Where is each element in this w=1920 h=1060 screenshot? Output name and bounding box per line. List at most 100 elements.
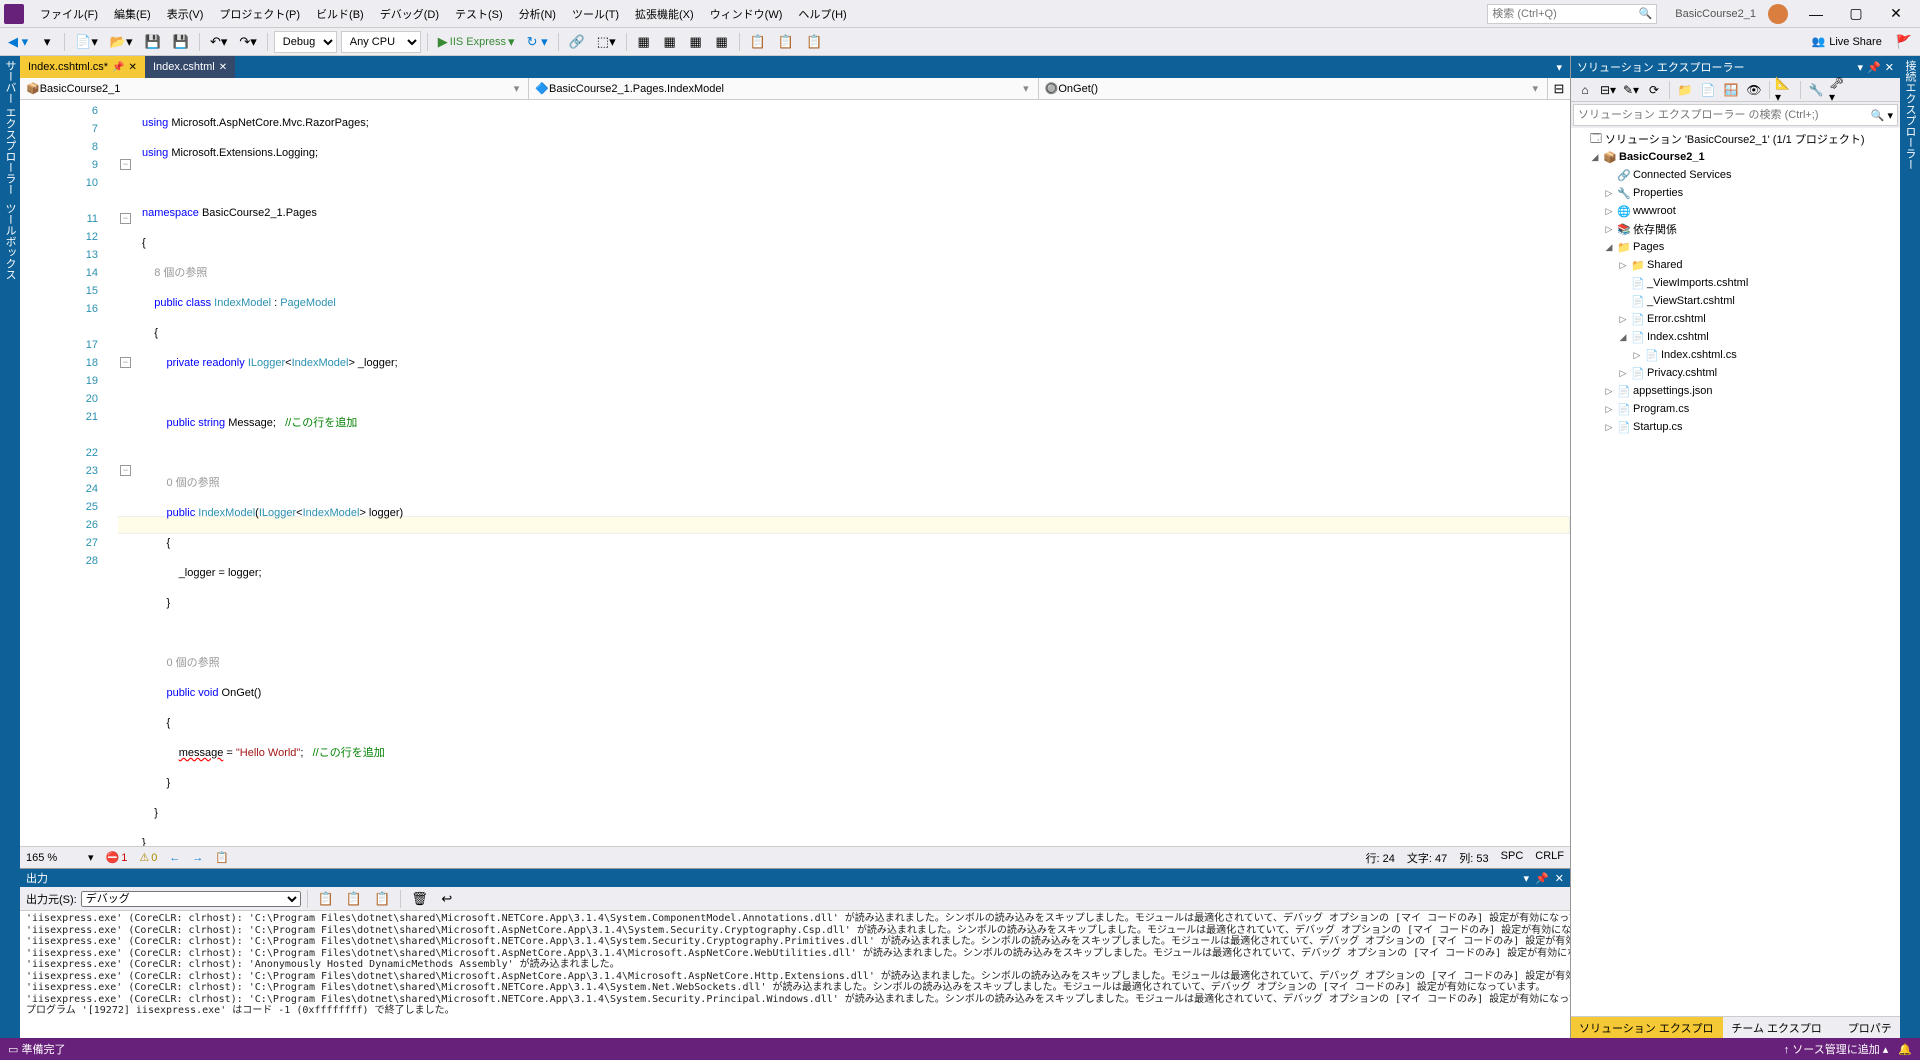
output-text[interactable]: 'iisexpress.exe' (CoreCLR: clrhost): 'C:… — [20, 911, 1570, 1038]
tree-twisty-icon[interactable]: ▷ — [1603, 206, 1615, 217]
tree-twisty-icon[interactable]: ▷ — [1603, 224, 1615, 235]
nav-back-button[interactable]: ◀ ▾ — [4, 31, 32, 53]
menu-item[interactable]: 分析(N) — [511, 2, 564, 26]
preview-button[interactable]: 👁 — [1744, 80, 1764, 100]
code-editor[interactable]: 💡 67891011121314151617181920212223242526… — [20, 100, 1570, 846]
wrench-button[interactable]: 🔧 — [1806, 80, 1826, 100]
tree-item[interactable]: ▷📄Startup.cs — [1571, 418, 1900, 436]
search-input[interactable] — [1492, 8, 1638, 20]
tree-item[interactable]: ▷📄appsettings.json — [1571, 382, 1900, 400]
tree-twisty-icon[interactable]: ▷ — [1603, 422, 1615, 433]
tree-item[interactable]: ◢📁Pages — [1571, 238, 1900, 256]
panel-dropdown-icon[interactable]: ▾ — [1524, 872, 1530, 885]
tree-twisty-icon[interactable]: ▷ — [1603, 404, 1615, 415]
tree-twisty-icon[interactable]: ▷ — [1603, 386, 1615, 397]
solution-search-box[interactable]: 🔍 ▾ — [1573, 104, 1898, 126]
menu-item[interactable]: ヘルプ(H) — [790, 2, 854, 26]
toolbox-tab[interactable]: ツールボックス — [2, 203, 18, 280]
nav-fwd-button[interactable]: ▾ — [36, 31, 58, 53]
panel-close-icon[interactable]: ✕ — [1555, 872, 1564, 885]
menu-item[interactable]: ファイル(F) — [32, 2, 106, 26]
nav-list-button[interactable]: 📋 — [215, 851, 229, 864]
tb-icon-7[interactable]: 📋 — [802, 31, 826, 53]
tree-item[interactable]: ▷📄Privacy.cshtml — [1571, 364, 1900, 382]
tree-twisty-icon[interactable]: ▷ — [1617, 368, 1629, 379]
tree-twisty-icon[interactable]: ▷ — [1617, 314, 1629, 325]
menu-item[interactable]: 表示(V) — [159, 2, 212, 26]
nav-class-select[interactable]: 🔷 BasicCourse2_1.Pages.IndexModel▾ — [529, 78, 1038, 99]
tree-item[interactable]: ▷📄Error.cshtml — [1571, 310, 1900, 328]
user-avatar[interactable] — [1768, 4, 1788, 24]
wrench2-button[interactable]: 🗝▾ — [1829, 80, 1849, 100]
tree-item[interactable]: ▷📄Index.cshtml.cs — [1571, 346, 1900, 364]
menu-item[interactable]: 編集(E) — [106, 2, 159, 26]
tree-item[interactable]: 🗔ソリューション 'BasicCourse2_1' (1/1 プロジェクト) — [1571, 130, 1900, 148]
tree-item[interactable]: ▷📁Shared — [1571, 256, 1900, 274]
out-wrap-button[interactable]: ↩ — [436, 888, 458, 910]
out-clear-button[interactable]: 🗑 — [407, 888, 432, 910]
tab-close-icon[interactable]: ✕ — [219, 62, 227, 73]
tb-icon-4[interactable]: ▦ — [711, 31, 733, 53]
menu-item[interactable]: テスト(S) — [447, 2, 511, 26]
maximize-button[interactable]: ▢ — [1836, 0, 1876, 28]
split-button[interactable]: ⊟ — [1548, 78, 1570, 100]
feedback-button[interactable]: 🚩 — [1892, 31, 1916, 53]
out-btn-2[interactable]: 📋 — [342, 888, 366, 910]
tree-item[interactable]: ◢📄Index.cshtml — [1571, 328, 1900, 346]
output-source-select[interactable]: デバッグ — [81, 891, 301, 907]
panel-tab[interactable]: プロパティ — [1840, 1017, 1900, 1038]
nav-member-select[interactable]: 🔘 OnGet()▾ — [1039, 78, 1548, 99]
menu-item[interactable]: ウィンドウ(W) — [702, 2, 791, 26]
new-project-button[interactable]: 📄▾ — [71, 31, 102, 53]
save-button[interactable]: 💾 — [141, 31, 165, 53]
document-tab[interactable]: Index.cshtml.cs* 📌 ✕ — [20, 56, 145, 78]
zoom-select[interactable]: 165 % — [26, 852, 76, 864]
tree-item[interactable]: ▷📚依存関係 — [1571, 220, 1900, 238]
sync-button[interactable]: ⟳ — [1644, 80, 1664, 100]
tree-item[interactable]: ▷🌐wwwroot — [1571, 202, 1900, 220]
menu-item[interactable]: プロジェクト(P) — [211, 2, 308, 26]
nav-scope-select[interactable]: 📦 BasicCourse2_1▾ — [20, 78, 529, 99]
pending-button[interactable]: ✎▾ — [1621, 80, 1641, 100]
tb-icon-3[interactable]: ▦ — [685, 31, 707, 53]
menu-item[interactable]: デバッグ(D) — [372, 2, 447, 26]
menu-item[interactable]: 拡張機能(X) — [627, 2, 702, 26]
tree-item[interactable]: 📄_ViewStart.cshtml — [1571, 292, 1900, 310]
panel-pin-icon[interactable]: 📌 — [1867, 61, 1881, 74]
tree-item[interactable]: 🔗Connected Services — [1571, 166, 1900, 184]
tree-twisty-icon[interactable]: ◢ — [1617, 332, 1629, 343]
pin-icon[interactable]: 📌 — [112, 62, 124, 73]
menu-item[interactable]: ツール(T) — [564, 2, 627, 26]
menu-item[interactable]: ビルド(B) — [308, 2, 372, 26]
close-button[interactable]: ✕ — [1876, 0, 1916, 28]
tree-item[interactable]: ◢📦BasicCourse2_1 — [1571, 148, 1900, 166]
tb-icon-2[interactable]: ▦ — [659, 31, 681, 53]
code-content[interactable]: using Microsoft.AspNetCore.Mvc.RazorPage… — [118, 100, 1570, 846]
open-button[interactable]: 📂▾ — [106, 31, 137, 53]
tb-icon-1[interactable]: ▦ — [633, 31, 655, 53]
properties-button[interactable]: 🪟 — [1721, 80, 1741, 100]
out-btn-1[interactable]: 📋 — [314, 888, 338, 910]
redo-button[interactable]: ↷▾ — [235, 31, 260, 53]
home-button[interactable]: ⌂ — [1575, 80, 1595, 100]
tree-twisty-icon[interactable]: ▷ — [1631, 350, 1643, 361]
tree-item[interactable]: ▷🔧Properties — [1571, 184, 1900, 202]
tree-twisty-icon[interactable]: ◢ — [1603, 242, 1615, 253]
warning-count[interactable]: ⚠ 0 — [139, 851, 157, 864]
tb-icon-6[interactable]: 📋 — [774, 31, 798, 53]
panel-tab[interactable]: ソリューション エクスプローラー — [1571, 1017, 1723, 1038]
tb-icon-5[interactable]: 📋 — [746, 31, 770, 53]
tree-twisty-icon[interactable]: ▷ — [1603, 188, 1615, 199]
platform-select[interactable]: Any CPU — [341, 31, 421, 53]
live-share-button[interactable]: 👥 Live Share — [1806, 35, 1888, 48]
source-control-button[interactable]: ↑ ソース管理に追加 ▴ — [1784, 1041, 1889, 1057]
out-btn-3[interactable]: 📋 — [370, 888, 394, 910]
tree-item[interactable]: ▷📄Program.cs — [1571, 400, 1900, 418]
tab-close-icon[interactable]: ✕ — [129, 62, 137, 73]
tree-item[interactable]: 📄_ViewImports.cshtml — [1571, 274, 1900, 292]
solution-tree[interactable]: 🗔ソリューション 'BasicCourse2_1' (1/1 プロジェクト)◢📦… — [1571, 128, 1900, 1016]
refresh-button[interactable]: ↻ ▾ — [523, 31, 552, 53]
right-tool-strip[interactable]: 接続エクスプローラー — [1900, 56, 1920, 1038]
notifications-button[interactable]: 🔔 — [1898, 1043, 1912, 1056]
undo-button[interactable]: ↶▾ — [206, 31, 231, 53]
